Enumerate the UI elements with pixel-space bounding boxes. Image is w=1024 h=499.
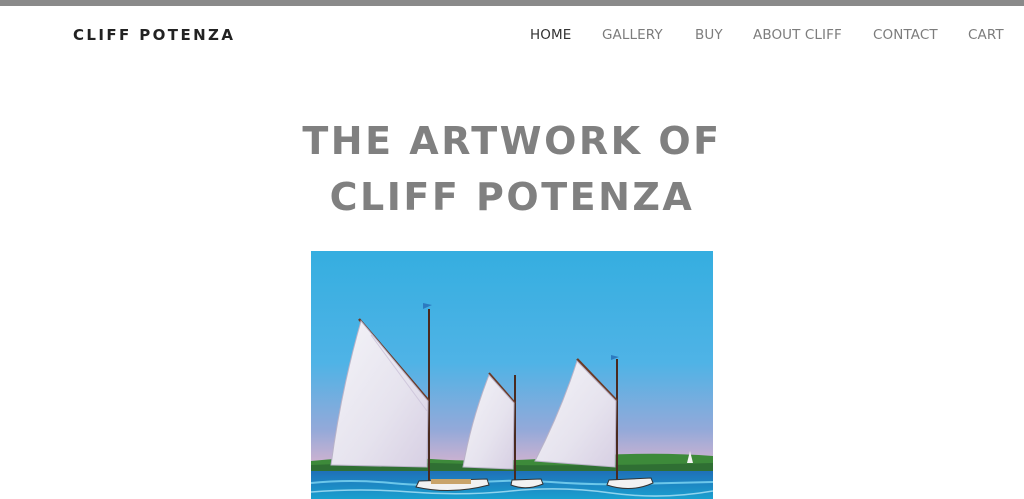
hero-title-line-2: CLIFF POTENZA <box>329 175 695 219</box>
nav-contact[interactable]: CONTACT <box>873 27 938 43</box>
nav-buy[interactable]: BUY <box>695 27 723 43</box>
hero-title-line-1: THE ARTWORK OF <box>302 119 722 163</box>
top-accent-bar <box>0 0 1024 6</box>
nav-home[interactable]: HOME <box>530 27 571 43</box>
nav-about-cliff[interactable]: ABOUT CLIFF <box>753 27 842 43</box>
nav-cart[interactable]: CART <box>968 27 1004 43</box>
nav-gallery[interactable]: GALLERY <box>602 27 663 43</box>
main-nav: HOME GALLERY BUY ABOUT CLIFF CONTACT CAR… <box>0 27 1024 47</box>
hero-title: THE ARTWORK OF CLIFF POTENZA <box>0 113 1024 225</box>
sailboats-painting-image <box>311 251 713 499</box>
featured-painting[interactable] <box>311 251 713 499</box>
